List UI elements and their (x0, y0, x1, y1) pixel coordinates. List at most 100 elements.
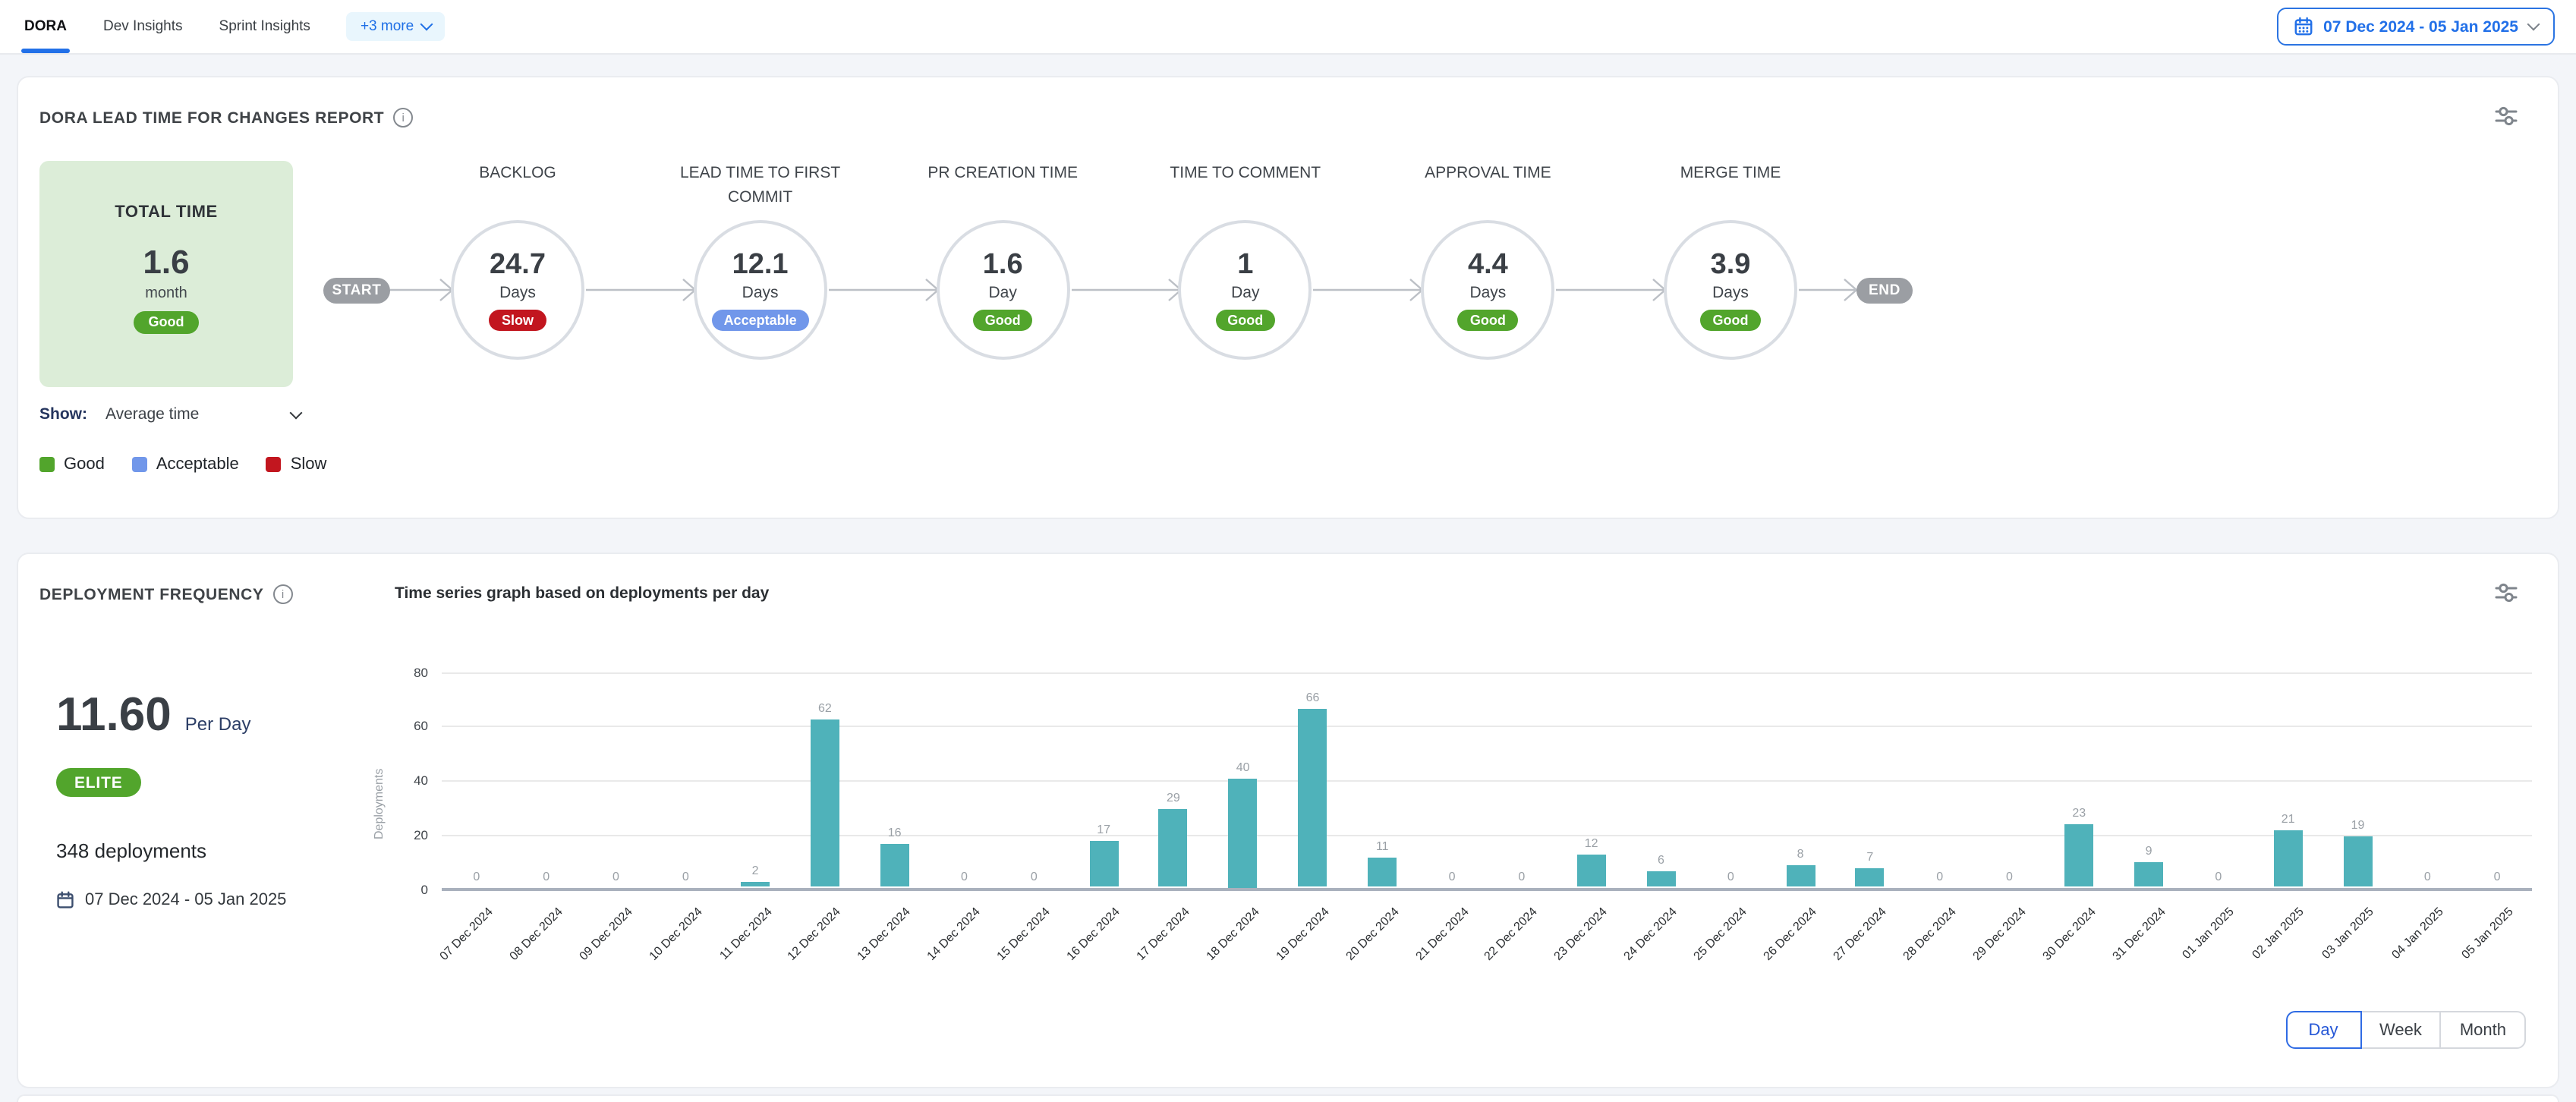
x-axis-tick: 10 Dec 2024 (566, 905, 704, 1043)
x-axis-tick: 31 Dec 2024 (2029, 905, 2167, 1043)
deployment-frequency-card: DEPLOYMENT FREQUENCY i Time series graph… (17, 553, 2559, 1088)
bar-11-dec-2024[interactable] (741, 882, 770, 887)
bar-value-label: 21 (2266, 812, 2311, 826)
bar-value-label: 9 (2126, 845, 2171, 858)
bar-20-dec-2024[interactable] (1368, 858, 1397, 887)
x-axis-tick: 30 Dec 2024 (1960, 905, 2098, 1043)
bar-value-label: 0 (454, 869, 499, 883)
bar-31-dec-2024[interactable] (2134, 863, 2163, 887)
bar-17-dec-2024[interactable] (1159, 808, 1188, 887)
bar-value-label: 0 (2196, 869, 2241, 883)
chart-settings-icon[interactable] (2494, 105, 2518, 128)
bar-value-label: 66 (1290, 690, 1336, 704)
bar-27-dec-2024[interactable] (1856, 868, 1885, 887)
y-axis-tick: 20 (367, 827, 428, 842)
bar-19-dec-2024[interactable] (1299, 708, 1327, 887)
time-granularity-switch: DayWeekMonth (2285, 1011, 2526, 1049)
lead-time-card: DORA LEAD TIME FOR CHANGES REPORT i TOTA… (17, 76, 2559, 519)
x-axis-tick: 07 Dec 2024 (357, 905, 495, 1043)
flow-arrow (586, 275, 697, 305)
bar-13-dec-2024[interactable] (880, 844, 909, 887)
stage-value: 1.6 (983, 249, 1023, 282)
bar-value-label: 62 (802, 701, 848, 714)
tab-sprint-insights[interactable]: Sprint Insights (219, 0, 310, 53)
total-time-value: 1.6 (143, 242, 189, 282)
x-axis-tick: 09 Dec 2024 (496, 905, 635, 1043)
gridline (442, 726, 2532, 728)
info-icon[interactable]: i (393, 108, 413, 128)
bar-value-label: 0 (524, 869, 569, 883)
x-axis-tick: 27 Dec 2024 (1750, 905, 1888, 1043)
deployment-chart: Deployments 806040200007 Dec 2024008 Dec… (18, 554, 2561, 1090)
flow-arrow (1556, 275, 1667, 305)
date-range-picker[interactable]: 07 Dec 2024 - 05 Jan 2025 (2276, 8, 2555, 46)
legend-swatch (39, 457, 55, 472)
chart-settings-icon[interactable] (2494, 581, 2518, 604)
chart-subtitle: Time series graph based on deployments p… (395, 584, 769, 603)
stage-label-backlog: BACKLOG (424, 161, 612, 186)
bar-02-jan-2025[interactable] (2274, 830, 2303, 887)
bar-24-dec-2024[interactable] (1647, 871, 1676, 887)
flow-arrow (1314, 275, 1425, 305)
legend-item-slow: Slow (266, 455, 327, 474)
stage-label-merge-time: MERGE TIME (1636, 161, 1825, 186)
bar-12-dec-2024[interactable] (811, 719, 839, 887)
chevron-down-icon (290, 406, 303, 419)
y-axis-tick: 40 (367, 773, 428, 788)
show-label: Show: (39, 405, 87, 423)
x-axis-tick: 11 Dec 2024 (635, 905, 773, 1043)
stage-status-badge: Acceptable (712, 310, 809, 331)
total-time-label: TOTAL TIME (115, 203, 218, 221)
bar-value-label: 0 (594, 869, 639, 883)
stage-label-pr-creation-time: PR CREATION TIME (909, 161, 1097, 186)
dashboard: DORA Dev Insights Sprint Insights +3 more 0… (0, 0, 2576, 1102)
bar-03-jan-2025[interactable] (2344, 836, 2373, 887)
y-axis-tick: 60 (367, 719, 428, 734)
bar-value-label: 2 (732, 864, 778, 877)
bar-value-label: 0 (1987, 869, 2033, 883)
bar-value-label: 0 (663, 869, 708, 883)
stage-node-pr-creation-time: 1.6DayGood (936, 220, 1069, 360)
deployments-per-day-value: 11.60 (56, 688, 172, 742)
bar-23-dec-2024[interactable] (1577, 855, 1606, 887)
stage-value: 12.1 (732, 249, 789, 282)
show-dropdown[interactable]: Show: Average time (39, 405, 301, 423)
tab-dora[interactable]: DORA (24, 0, 67, 53)
tab-dev-insights[interactable]: Dev Insights (103, 0, 183, 53)
top-tab-bar: DORA Dev Insights Sprint Insights +3 more 0… (0, 0, 2576, 55)
x-axis-tick: 26 Dec 2024 (1680, 905, 1819, 1043)
bar-value-label: 29 (1151, 790, 1196, 804)
stage-label-approval-time: APPROVAL TIME (1393, 161, 1582, 186)
stage-unit: Days (1469, 284, 1506, 302)
bar-26-dec-2024[interactable] (1786, 865, 1815, 887)
stage-node-backlog: 24.7DaysSlow (451, 220, 584, 360)
bar-30-dec-2024[interactable] (2064, 825, 2093, 887)
view-month-button[interactable]: Month (2440, 1011, 2526, 1049)
total-time-box: TOTAL TIME 1.6 month Good (39, 161, 293, 387)
x-axis-tick: 01 Jan 2025 (2099, 905, 2237, 1043)
view-week-button[interactable]: Week (2360, 1011, 2442, 1049)
info-icon[interactable]: i (273, 584, 293, 604)
lead-time-title: DORA LEAD TIME FOR CHANGES REPORT (39, 109, 384, 127)
bar-18-dec-2024[interactable] (1229, 779, 1258, 887)
stage-node-approval-time: 4.4 Days Good (1421, 220, 1554, 360)
x-axis-tick: 29 Dec 2024 (1890, 905, 2028, 1043)
legend-swatch (132, 457, 147, 472)
stage-status-badge: Good (1215, 310, 1275, 331)
x-axis-tick: 14 Dec 2024 (845, 905, 983, 1043)
more-tabs-button[interactable]: +3 more (347, 12, 444, 41)
flow-arrow (390, 275, 454, 305)
deployment-date-range: 07 Dec 2024 - 05 Jan 2025 (56, 891, 286, 909)
bar-value-label: 0 (1499, 869, 1545, 883)
x-axis-tick: 19 Dec 2024 (1193, 905, 1331, 1043)
view-day-button[interactable]: Day (2285, 1011, 2361, 1049)
stage-status-badge: Good (1458, 310, 1518, 331)
x-axis-tick: 28 Dec 2024 (1820, 905, 1958, 1043)
x-axis-tick: 21 Dec 2024 (1332, 905, 1470, 1043)
bar-16-dec-2024[interactable] (1089, 841, 1118, 887)
bar-value-label: 0 (2474, 869, 2520, 883)
y-axis-tick: 0 (367, 881, 428, 896)
x-axis-tick: 23 Dec 2024 (1472, 905, 1610, 1043)
stage-value: 4.4 (1468, 249, 1508, 282)
bar-value-label: 0 (1011, 869, 1057, 883)
